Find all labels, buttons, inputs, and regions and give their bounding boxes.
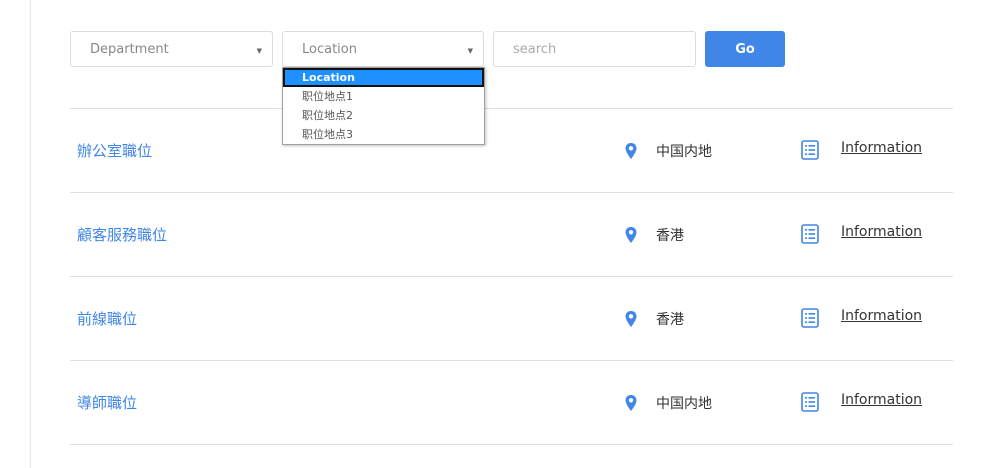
job-row: 辦公室職位 中国内地 Information xyxy=(70,108,953,192)
location-select-value: Location xyxy=(302,41,357,57)
go-button[interactable]: Go xyxy=(705,31,785,67)
location-pin-icon xyxy=(625,395,637,411)
job-row: 前線職位 香港 Information xyxy=(70,276,953,360)
department-select[interactable]: Department ▼ xyxy=(70,31,273,67)
document-list-icon xyxy=(801,140,819,160)
job-title-link[interactable]: 前線職位 xyxy=(77,308,137,329)
location-option[interactable]: Location xyxy=(283,68,484,87)
job-title-link[interactable]: 辦公室職位 xyxy=(77,140,152,161)
job-location: 中国内地 xyxy=(656,396,712,412)
information-link[interactable]: Information xyxy=(841,308,922,324)
caret-down-icon: ▼ xyxy=(467,47,473,55)
department-select-value: Department xyxy=(90,41,169,57)
job-title-link[interactable]: 導師職位 xyxy=(77,392,137,413)
location-pin-icon xyxy=(625,311,637,327)
location-dropdown-list: Location 职位地点1 职位地点2 职位地点3 xyxy=(282,67,485,145)
search-input[interactable] xyxy=(493,31,696,67)
job-location: 香港 xyxy=(656,228,684,244)
job-row: 顧客服務職位 香港 Information xyxy=(70,192,953,276)
information-link[interactable]: Information xyxy=(841,392,922,408)
job-location: 香港 xyxy=(656,312,684,328)
document-list-icon xyxy=(801,224,819,244)
row-divider xyxy=(70,444,953,445)
document-list-icon xyxy=(801,308,819,328)
job-location: 中国内地 xyxy=(656,144,712,160)
document-list-icon xyxy=(801,392,819,412)
location-option[interactable]: 职位地点2 xyxy=(283,106,484,125)
location-pin-icon xyxy=(625,227,637,243)
job-row: 導師職位 中国内地 Information xyxy=(70,360,953,444)
caret-down-icon: ▼ xyxy=(256,47,262,55)
information-link[interactable]: Information xyxy=(841,224,922,240)
location-option[interactable]: 职位地点3 xyxy=(283,125,484,144)
location-option[interactable]: 职位地点1 xyxy=(283,87,484,106)
information-link[interactable]: Information xyxy=(841,140,922,156)
location-select[interactable]: Location ▼ xyxy=(282,31,484,67)
location-pin-icon xyxy=(625,143,637,159)
left-border xyxy=(30,0,31,468)
job-title-link[interactable]: 顧客服務職位 xyxy=(77,224,167,245)
